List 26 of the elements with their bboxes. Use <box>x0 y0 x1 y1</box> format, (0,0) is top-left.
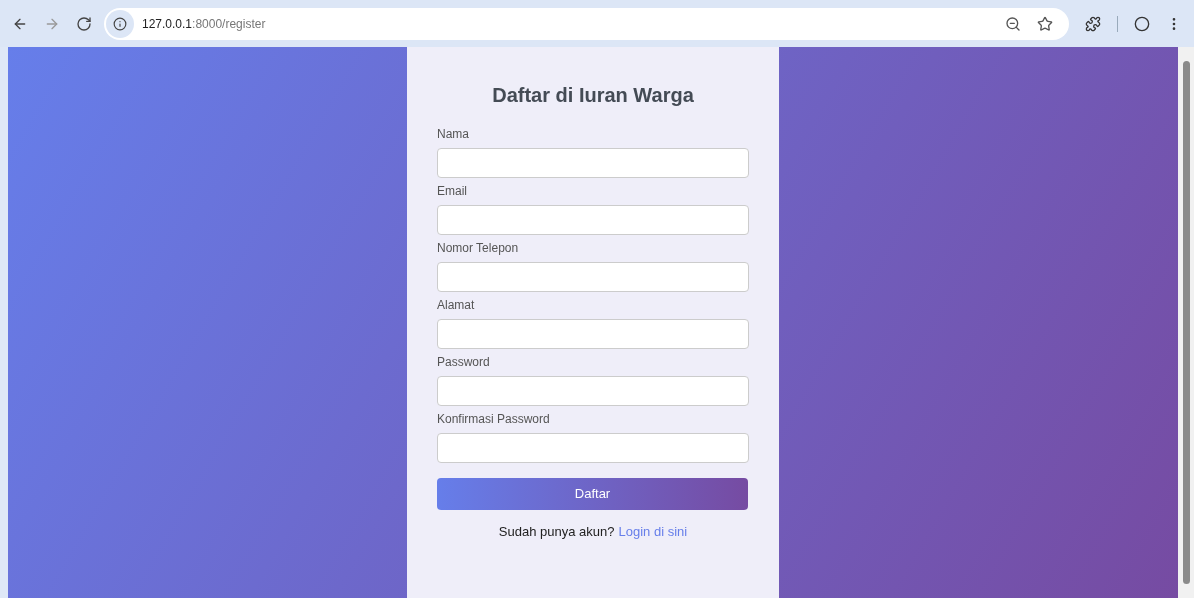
field-label: Alamat <box>437 298 476 312</box>
field-label: Email <box>437 184 468 198</box>
address-bar[interactable]: 127.0.0.1:8000/register <box>104 7 1069 40</box>
input-field[interactable] <box>437 433 749 463</box>
input-field[interactable] <box>437 319 749 349</box>
footer-text: Sudah punya akun? <box>498 523 615 541</box>
form-title: Daftar di Iuran Warga <box>491 83 695 108</box>
input-field[interactable] <box>437 205 749 235</box>
extensions-icon[interactable] <box>1085 15 1101 32</box>
field-label: Password <box>437 355 491 369</box>
reload-icon[interactable] <box>76 15 92 32</box>
input-field[interactable] <box>437 262 749 292</box>
field-label: Nomor Telepon <box>437 241 520 255</box>
site-info-icon[interactable] <box>106 9 134 38</box>
bookmark-star-icon[interactable] <box>1037 15 1053 32</box>
submit-button[interactable]: Daftar <box>437 478 748 510</box>
login-link[interactable]: Login di sini <box>618 522 688 542</box>
zoom-icon[interactable] <box>1005 15 1021 32</box>
url-host: 127.0.0.1 <box>142 15 193 33</box>
field-label: Konfirmasi Password <box>437 412 551 426</box>
profile-icon[interactable] <box>1134 15 1150 32</box>
input-field[interactable] <box>437 376 749 406</box>
scrollbar[interactable] <box>1178 47 1194 598</box>
url-path: :8000/register <box>192 15 266 33</box>
input-field[interactable] <box>437 148 749 178</box>
field-label: Nama <box>437 127 470 141</box>
